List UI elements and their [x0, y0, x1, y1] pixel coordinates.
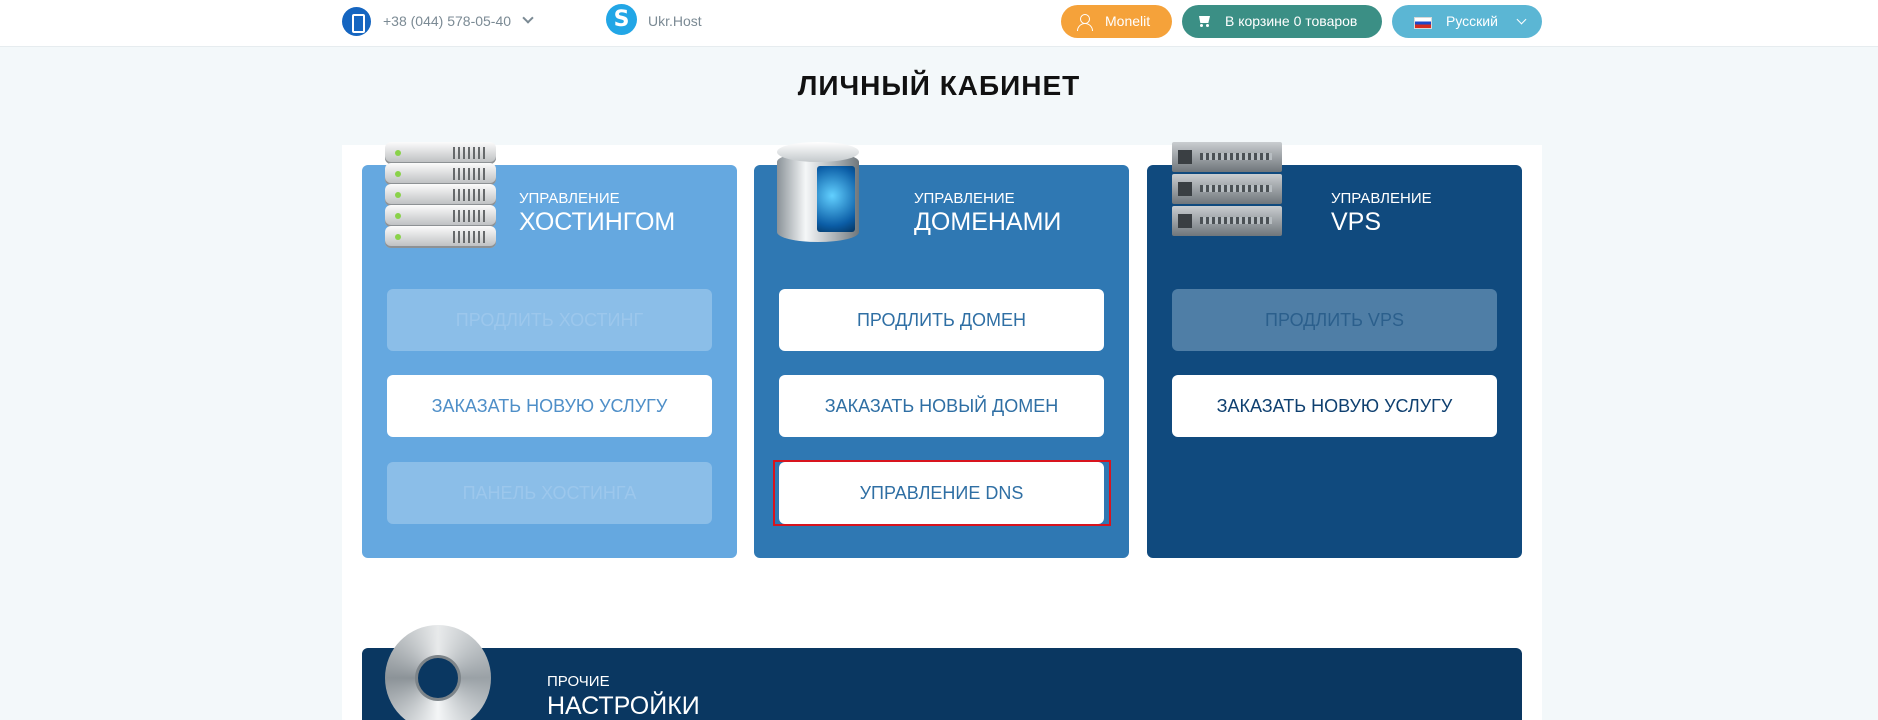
chevron-down-icon[interactable]	[522, 12, 534, 24]
domains-subtitle: УПРАВЛЕНИЕ	[914, 190, 1015, 207]
page-title: ЛИЧНЫЙ КАБИНЕТ	[797, 70, 1081, 101]
user-account-button[interactable]: Monelit	[1061, 5, 1172, 38]
hosting-panel-button[interactable]: ПАНЕЛЬ ХОСТИНГА	[387, 462, 712, 524]
database-globe-icon	[777, 142, 859, 246]
renew-vps-button[interactable]: ПРОДЛИТЬ VPS	[1172, 289, 1497, 351]
settings-subtitle: ПРОЧИЕ	[547, 673, 610, 690]
gear-icon	[377, 617, 499, 720]
skype-icon: S	[606, 4, 637, 35]
domains-title: ДОМЕНАМИ	[914, 208, 1062, 236]
language-select[interactable]: Русский	[1392, 5, 1542, 38]
server-stack-icon	[385, 142, 496, 248]
cart-icon	[1198, 16, 1211, 27]
language-label: Русский	[1446, 13, 1498, 29]
user-name: Monelit	[1105, 13, 1151, 29]
cart-label: В корзине 0 товаров	[1225, 13, 1358, 29]
chevron-down-icon	[1516, 14, 1527, 25]
phone-number[interactable]: +38 (044) 578-05-40	[383, 13, 511, 29]
hosting-title: ХОСТИНГОМ	[519, 208, 676, 236]
russian-flag-icon	[1414, 17, 1432, 29]
top-bar: +38 (044) 578-05-40 S Ukr.Host Monelit В…	[0, 0, 1878, 47]
order-hosting-service-button[interactable]: ЗАКАЗАТЬ НОВУЮ УСЛУГУ	[387, 375, 712, 437]
order-domain-button[interactable]: ЗАКАЗАТЬ НОВЫЙ ДОМЕН	[779, 375, 1104, 437]
vps-title: VPS	[1331, 208, 1382, 236]
dns-management-button[interactable]: УПРАВЛЕНИЕ DNS	[779, 462, 1104, 524]
hosting-subtitle: УПРАВЛЕНИЕ	[519, 190, 620, 207]
phone-icon	[342, 7, 371, 36]
user-icon	[1077, 14, 1093, 31]
renew-hosting-button[interactable]: ПРОДЛИТЬ ХОСТИНГ	[387, 289, 712, 351]
vps-subtitle: УПРАВЛЕНИЕ	[1331, 190, 1432, 207]
settings-card	[362, 648, 1522, 720]
server-rack-icon	[1172, 142, 1282, 237]
cart-button[interactable]: В корзине 0 товаров	[1182, 5, 1382, 38]
settings-title: НАСТРОЙКИ	[547, 692, 700, 720]
order-vps-service-button[interactable]: ЗАКАЗАТЬ НОВУЮ УСЛУГУ	[1172, 375, 1497, 437]
renew-domain-button[interactable]: ПРОДЛИТЬ ДОМЕН	[779, 289, 1104, 351]
skype-contact[interactable]: Ukr.Host	[648, 13, 702, 29]
